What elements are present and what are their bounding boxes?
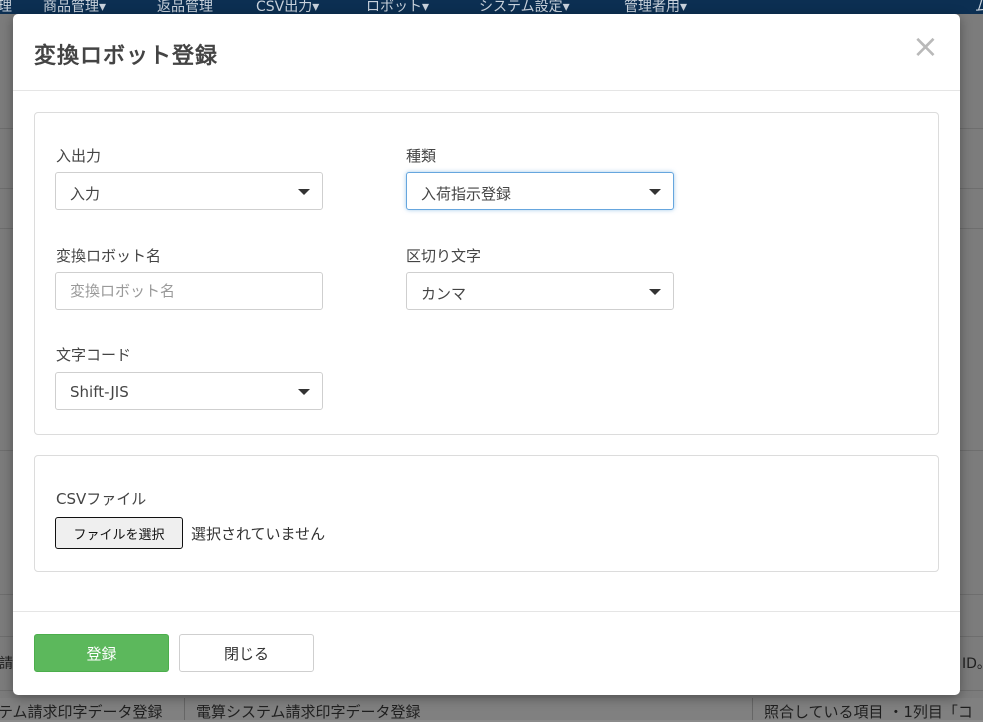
background-cell: 電算システム請求印字データ登録 [196, 703, 421, 721]
delimiter-select[interactable]: カンマ [406, 272, 674, 310]
background-cell: テム請求印字データ登録 [0, 703, 163, 721]
caret-down-icon [649, 289, 661, 295]
robot-name-input[interactable] [55, 272, 323, 310]
robot-register-modal: 変換ロボット登録 × 入出力 入力 種類 入荷指示登録 変換ロボット名 区切り文… [13, 14, 960, 695]
close-button[interactable]: 閉じる [179, 634, 314, 672]
background-table-row: テム請求印字データ登録 電算システム請求印字データ登録 照合している項目 ・1列… [0, 698, 983, 721]
background-navbar: 理 商品管理▾ 返品管理 CSV出力▾ ロボット▾ システム設定▾ 管理者用▾ … [0, 0, 983, 14]
delimiter-label: 区切り文字 [406, 247, 482, 265]
type-label: 種類 [406, 147, 437, 165]
close-icon[interactable]: × [912, 30, 939, 62]
modal-title: 変換ロボット登録 [34, 44, 219, 69]
register-button[interactable]: 登録 [34, 634, 169, 672]
file-status-text: 選択されていません [191, 525, 326, 543]
background-cell-cut-right: ID。 [962, 656, 983, 672]
io-select[interactable]: 入力 [55, 172, 323, 210]
nav-item-right-cut: ム [975, 0, 983, 14]
modal-header: 変換ロボット登録 × [13, 14, 960, 91]
csv-file-label: CSVファイル [56, 490, 147, 508]
io-label: 入出力 [56, 147, 102, 165]
nav-item-returns[interactable]: 返品管理 [157, 0, 213, 14]
encoding-label: 文字コード [56, 346, 132, 364]
csv-file-panel: CSVファイル ファイルを選択 選択されていません [34, 455, 939, 572]
modal-footer: 登録 閉じる [13, 611, 960, 696]
nav-item-products[interactable]: 商品管理▾ [43, 0, 106, 14]
encoding-select[interactable]: Shift-JIS [55, 372, 323, 410]
background-cell-divider [752, 698, 753, 720]
background-cell: 照合している項目 ・1列目「コ [764, 703, 973, 721]
encoding-select-value: Shift-JIS [70, 383, 129, 401]
nav-item-system-settings[interactable]: システム設定▾ [479, 0, 570, 14]
robot-settings-panel: 入出力 入力 種類 入荷指示登録 変換ロボット名 区切り文字 カンマ 文字コード… [34, 112, 939, 435]
background-cell-cut-left: 請 [0, 656, 13, 672]
nav-item-cut: 理 [0, 0, 12, 14]
io-select-value: 入力 [70, 185, 101, 203]
nav-item-admin[interactable]: 管理者用▾ [624, 0, 687, 14]
caret-down-icon [298, 389, 310, 395]
nav-item-csv-output[interactable]: CSV出力▾ [256, 0, 319, 14]
type-select[interactable]: 入荷指示登録 [406, 172, 674, 210]
type-select-value: 入荷指示登録 [421, 185, 512, 203]
background-cell-divider [184, 698, 185, 720]
caret-down-icon [298, 189, 310, 195]
choose-file-button[interactable]: ファイルを選択 [55, 517, 183, 549]
delimiter-select-value: カンマ [421, 285, 467, 303]
robot-name-label: 変換ロボット名 [56, 247, 162, 265]
nav-item-robot[interactable]: ロボット▾ [366, 0, 429, 14]
caret-down-icon [649, 189, 661, 195]
